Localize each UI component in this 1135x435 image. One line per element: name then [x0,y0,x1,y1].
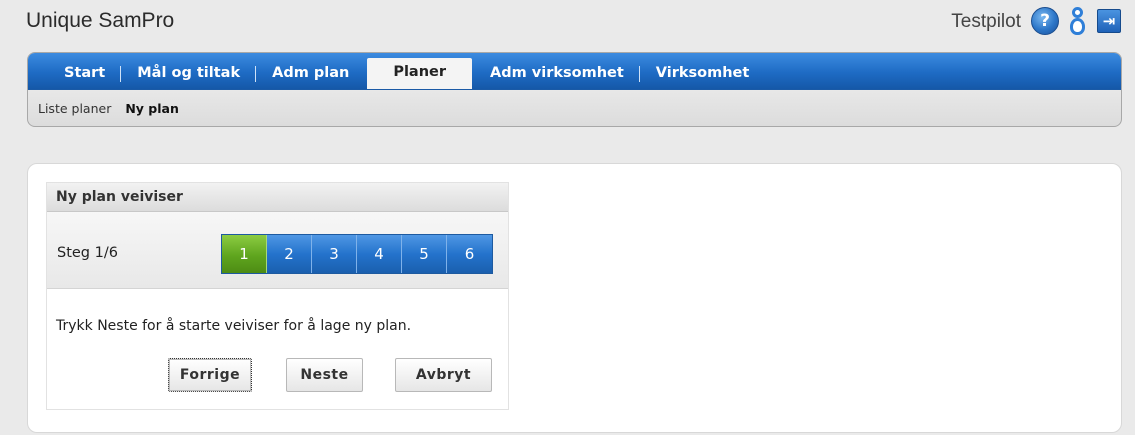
tab-virksomhet[interactable]: Virksomhet [640,59,766,89]
step-4: 4 [357,235,402,273]
sub-navigation: Liste planer Ny plan [28,90,1121,126]
wizard-message: Trykk Neste for å starte veiviser for å … [56,318,412,334]
tab-planer[interactable]: Planer [367,58,473,89]
tab-maal-og-tiltak[interactable]: Mål og tiltak [121,59,256,89]
step-5: 5 [402,235,447,273]
tab-adm-virksomhet[interactable]: Adm virksomhet [474,59,640,89]
user-icon[interactable] [1069,6,1085,36]
step-counter: Steg 1/6 [57,245,118,261]
previous-button[interactable]: Forrige [168,358,252,392]
subnav-ny-plan[interactable]: Ny plan [125,101,179,116]
nav-tab-bar: Start Mål og tiltak Adm plan Planer Adm … [28,53,1121,90]
user-name: Testpilot [951,11,1021,32]
new-plan-wizard: Ny plan veiviser Steg 1/6 1 2 3 4 5 6 Tr… [46,182,509,410]
cancel-button[interactable]: Avbryt [395,358,492,392]
step-bar: 1 2 3 4 5 6 [221,234,493,274]
wizard-steps: Steg 1/6 1 2 3 4 5 6 [47,212,508,289]
tab-start[interactable]: Start [48,59,122,89]
wizard-body: Trykk Neste for å starte veiviser for å … [47,289,508,409]
step-2: 2 [267,235,312,273]
step-3: 3 [312,235,357,273]
wizard-title: Ny plan veiviser [47,183,508,212]
main-navigation: Start Mål og tiltak Adm plan Planer Adm … [27,52,1122,127]
user-area: Testpilot ? ⇥ [951,6,1121,36]
next-button[interactable]: Neste [286,358,363,392]
subnav-liste-planer[interactable]: Liste planer [38,101,111,116]
step-6: 6 [447,235,492,273]
step-1: 1 [222,235,267,273]
content-panel: Ny plan veiviser Steg 1/6 1 2 3 4 5 6 Tr… [27,163,1122,433]
help-icon[interactable]: ? [1031,7,1059,35]
app-title: Unique SamPro [26,9,175,32]
tab-adm-plan[interactable]: Adm plan [256,59,365,89]
logout-icon[interactable]: ⇥ [1097,9,1121,33]
